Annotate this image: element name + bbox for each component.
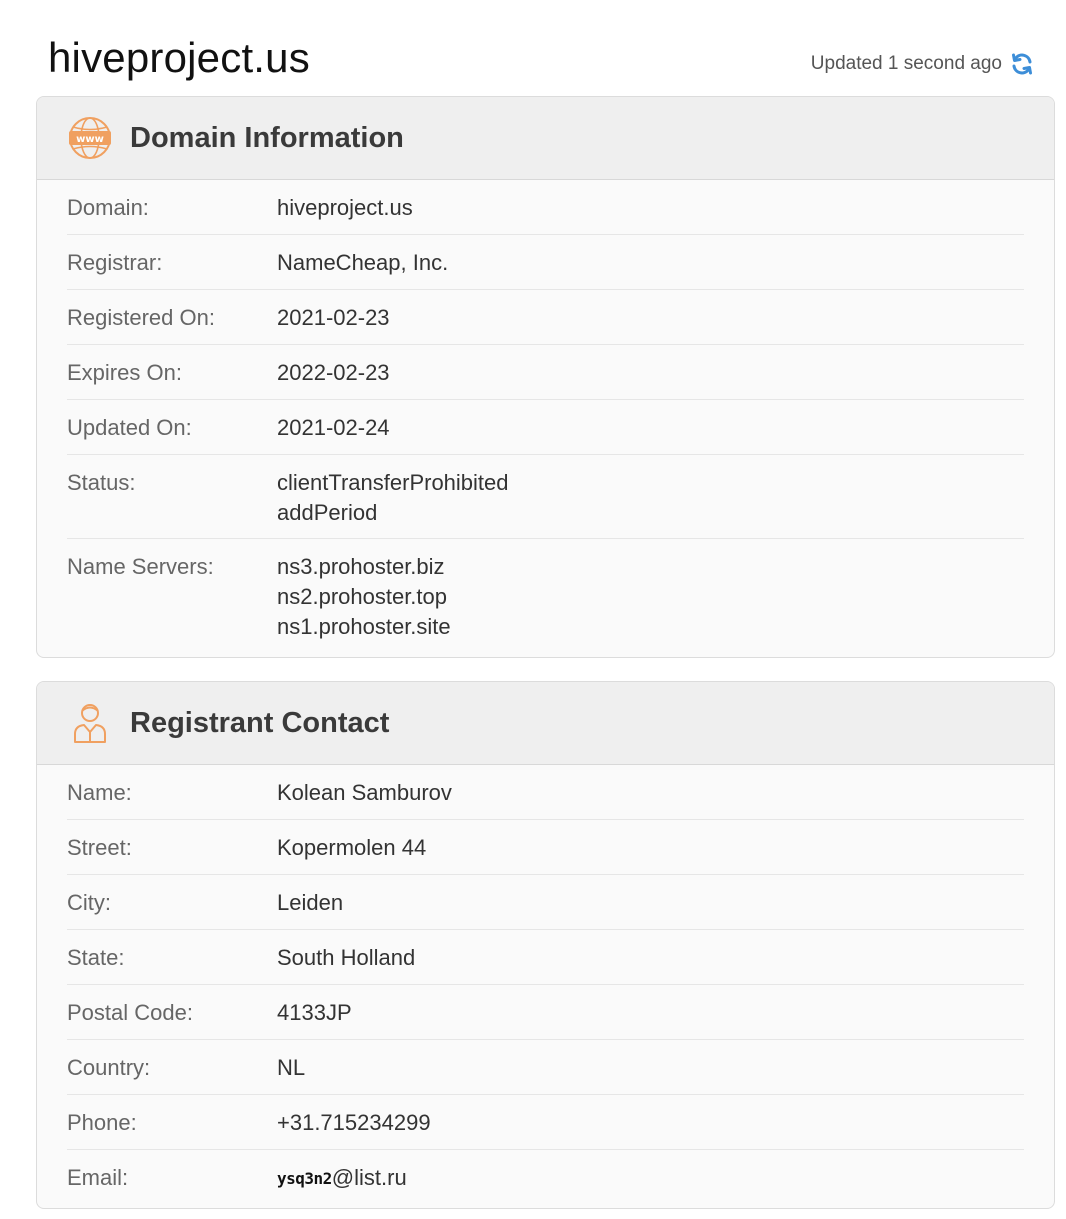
domain-information-title: Domain Information (130, 121, 404, 154)
row-value: 2021-02-24 (277, 400, 390, 454)
registrant-contact-card: Registrant Contact Name: Kolean Samburov S… (36, 681, 1055, 1209)
row-value-line: Kopermolen 44 (277, 835, 427, 860)
row-value-line: Kolean Samburov (277, 780, 452, 805)
row-value: 4133JP (277, 985, 352, 1039)
row-value: clientTransferProhibited addPeriod (277, 455, 509, 538)
row-value: Kopermolen 44 (277, 820, 426, 874)
row-value-line: hiveproject.us (277, 195, 413, 220)
detail-row: Name: Kolean Samburov (67, 765, 1024, 820)
detail-row: Domain: hiveproject.us (67, 180, 1024, 235)
row-label: Name: (67, 780, 132, 805)
row-label: Status: (67, 470, 136, 495)
row-label: Phone: (67, 1110, 137, 1135)
row-value: 2021-02-23 (277, 290, 390, 344)
updated-status: Updated 1 second ago (811, 52, 1034, 76)
row-value-line: addPeriod (277, 500, 378, 525)
detail-row: Country: NL (67, 1040, 1024, 1095)
detail-row: Updated On: 2021-02-24 (67, 400, 1024, 455)
row-value-line: ns3.prohoster.biz (277, 554, 445, 579)
row-value: Leiden (277, 875, 343, 929)
row-value-line: 2021-02-23 (277, 305, 390, 330)
row-value-line: Leiden (277, 890, 344, 915)
row-value-line: 4133JP (277, 1000, 352, 1025)
registrant-contact-title: Registrant Contact (130, 706, 390, 739)
row-value: ns3.prohoster.biz ns2.prohoster.top ns1.pr… (277, 539, 451, 652)
registrant-contact-rows: Name: Kolean Samburov Street: Kopermolen 44… (37, 765, 1054, 1205)
row-value-line: NL (277, 1055, 306, 1080)
detail-row: Street: Kopermolen 44 (67, 820, 1024, 875)
row-label: Street: (67, 835, 132, 860)
row-value-line: ns2.prohoster.top (277, 584, 448, 609)
email-domain: @list.ru (331, 1165, 407, 1190)
row-value: 2022-02-23 (277, 345, 390, 399)
row-value-line: ns1.prohoster.site (277, 614, 451, 639)
row-value: South Holland (277, 930, 415, 984)
row-value: NameCheap, Inc. (277, 235, 448, 289)
registrant-contact-header: Registrant Contact (37, 682, 1054, 765)
row-value-line: South Holland (277, 945, 416, 970)
row-value-line: NameCheap, Inc. (277, 250, 449, 275)
page-title: hiveproject.us (48, 34, 310, 81)
row-value-line: +31.715234299 (277, 1110, 431, 1135)
domain-information-header: www Domain Information (37, 97, 1054, 180)
row-value: NL (277, 1040, 305, 1094)
domain-information-card: www Domain Information Domain: hiveprojec… (36, 96, 1055, 658)
row-value-line: 2021-02-24 (277, 415, 390, 440)
detail-row: Registrar: NameCheap, Inc. (67, 235, 1024, 290)
row-value-line: 2022-02-23 (277, 360, 390, 385)
row-label: Updated On: (67, 415, 192, 440)
row-label: Postal Code: (67, 1000, 193, 1025)
row-value: ysq3n2@list.ru (277, 1150, 407, 1205)
updated-text: Updated 1 second ago (810, 53, 1002, 74)
detail-row-email: Email: ysq3n2@list.ru (67, 1150, 1024, 1205)
detail-row: State: South Holland (67, 930, 1024, 985)
detail-row: Registered On: 2021-02-23 (67, 290, 1024, 345)
detail-row: Phone: +31.715234299 (67, 1095, 1024, 1150)
row-value: hiveproject.us (277, 180, 413, 234)
row-label: Expires On: (67, 360, 182, 385)
row-label: City: (67, 890, 111, 915)
row-label: Email: (67, 1165, 129, 1190)
detail-row: Name Servers: ns3.prohoster.biz ns2.prohos… (67, 539, 1024, 652)
row-label: State: (67, 945, 125, 970)
domain-information-rows: Domain: hiveproject.us Registrar: NameCheap… (37, 180, 1054, 652)
detail-row: Expires On: 2022-02-23 (67, 345, 1024, 400)
row-label: Country: (67, 1055, 151, 1080)
detail-row: Status: clientTransferProhibited addPeriod (67, 455, 1024, 539)
email-user-image: ysq3n2 (277, 1169, 332, 1189)
detail-row: Postal Code: 4133JP (67, 985, 1024, 1040)
detail-row: City: Leiden (67, 875, 1024, 930)
www-globe-icon: www (67, 115, 113, 161)
person-icon (67, 700, 113, 746)
row-label: Registrar: (67, 250, 163, 275)
page-header: hiveproject.us Updated 1 second ago (48, 28, 1034, 86)
row-value-line: clientTransferProhibited (277, 470, 509, 495)
row-label: Registered On: (67, 305, 215, 330)
row-value: +31.715234299 (277, 1095, 431, 1149)
row-label: Name Servers: (67, 554, 214, 579)
refresh-icon[interactable] (1010, 52, 1034, 76)
row-value: Kolean Samburov (277, 765, 452, 819)
svg-text:www: www (76, 134, 104, 145)
row-label: Domain: (67, 195, 149, 220)
